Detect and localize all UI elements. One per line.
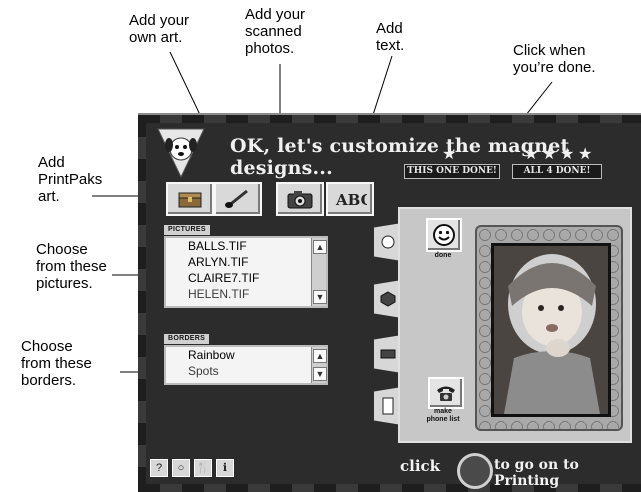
this-one-done-badge: THIS ONE DONE! <box>404 164 500 179</box>
frame-border-top <box>138 115 641 123</box>
scroll-down-icon[interactable]: ▼ <box>313 290 327 304</box>
paintbrush-icon <box>225 189 248 209</box>
go-suffix-text: to go on to Printing <box>494 457 579 489</box>
scroll-up-icon[interactable]: ▲ <box>313 240 327 254</box>
help-icon[interactable]: ? <box>150 459 168 477</box>
list-item[interactable]: ARLYN.TIF <box>166 254 326 270</box>
frame-border-left <box>138 115 146 492</box>
camera-icon <box>287 191 313 209</box>
pictures-scrollbar[interactable]: ▲ ▼ <box>311 238 327 306</box>
list-item[interactable]: CLAIRE7.TIF <box>166 270 326 286</box>
info-icon[interactable]: ℹ <box>216 459 234 477</box>
go-to-printing-button[interactable] <box>457 453 493 489</box>
star-icon: ★ <box>524 146 539 163</box>
borders-list[interactable]: Rainbow Spots ▲ ▼ <box>164 345 328 385</box>
done-button[interactable] <box>426 218 462 252</box>
callout-pictures: Choose from these pictures. <box>36 241 107 292</box>
scroll-up-icon[interactable]: ▲ <box>313 349 327 363</box>
circle-shape-icon <box>381 235 395 249</box>
list-item[interactable]: Spots <box>166 363 326 379</box>
add-photos-button[interactable] <box>276 182 324 216</box>
callout-borders: Choose from these borders. <box>21 338 92 389</box>
scroll-down-icon[interactable]: ▼ <box>313 367 327 381</box>
circle-icon[interactable]: ○ <box>172 459 190 477</box>
pictures-list[interactable]: BALLS.TIF ARLYN.TIF CLAIRE7.TIF HELEN.TI… <box>164 236 328 308</box>
go-prefix-text: click <box>400 457 441 475</box>
star-icon: ★ <box>560 146 575 163</box>
telephone-icon <box>437 386 455 401</box>
all-4-done-badge: ALL 4 DONE! <box>512 164 602 179</box>
smiley-face-icon <box>433 224 455 246</box>
borders-scrollbar[interactable]: ▲ ▼ <box>311 347 327 383</box>
star-icon: ★ <box>578 146 593 163</box>
magnet-design-preview <box>475 225 623 431</box>
utensils-icon[interactable]: 🍴 <box>194 459 212 477</box>
callout-add-photos: Add your scanned photos. <box>245 6 306 57</box>
callout-done: Click when you’re done. <box>513 42 596 76</box>
add-text-button[interactable]: ABC <box>326 182 374 216</box>
child-photo-image <box>494 246 608 414</box>
tall-rectangle-shape-icon <box>382 397 394 415</box>
printpaks-art-button[interactable] <box>166 182 214 216</box>
done-label: done <box>434 252 452 259</box>
make-phone-list-button[interactable] <box>428 377 464 409</box>
pictures-label: PICTURES <box>164 225 210 235</box>
list-item[interactable]: BALLS.TIF <box>166 238 326 254</box>
svg-text:ABC: ABC <box>335 191 367 209</box>
abc-text-icon: ABC <box>335 191 367 209</box>
selected-photo <box>491 243 611 417</box>
make-phone-list-label: make phone list <box>426 408 460 423</box>
bottom-toolbar: ? ○ 🍴 ℹ <box>150 459 234 477</box>
dog-mascot-icon <box>157 128 205 179</box>
magnet-customizer-window: OK, let's customize the magnet designs..… <box>138 113 641 492</box>
callout-printpaks: Add PrintPaks art. <box>38 154 103 205</box>
borders-label: BORDERS <box>164 334 210 344</box>
hexagon-shape-icon <box>380 291 396 307</box>
callout-add-art: Add your own art. <box>129 12 190 46</box>
list-item[interactable]: Rainbow <box>166 347 326 363</box>
rectangle-shape-icon <box>380 349 396 359</box>
list-item[interactable]: HELEN.TIF <box>166 286 326 302</box>
star-icon: ★ <box>442 146 457 163</box>
callout-add-text: Add text. <box>376 20 405 54</box>
treasure-chest-icon <box>178 192 202 208</box>
star-icon: ★ <box>542 146 557 163</box>
add-art-button[interactable] <box>214 182 262 216</box>
